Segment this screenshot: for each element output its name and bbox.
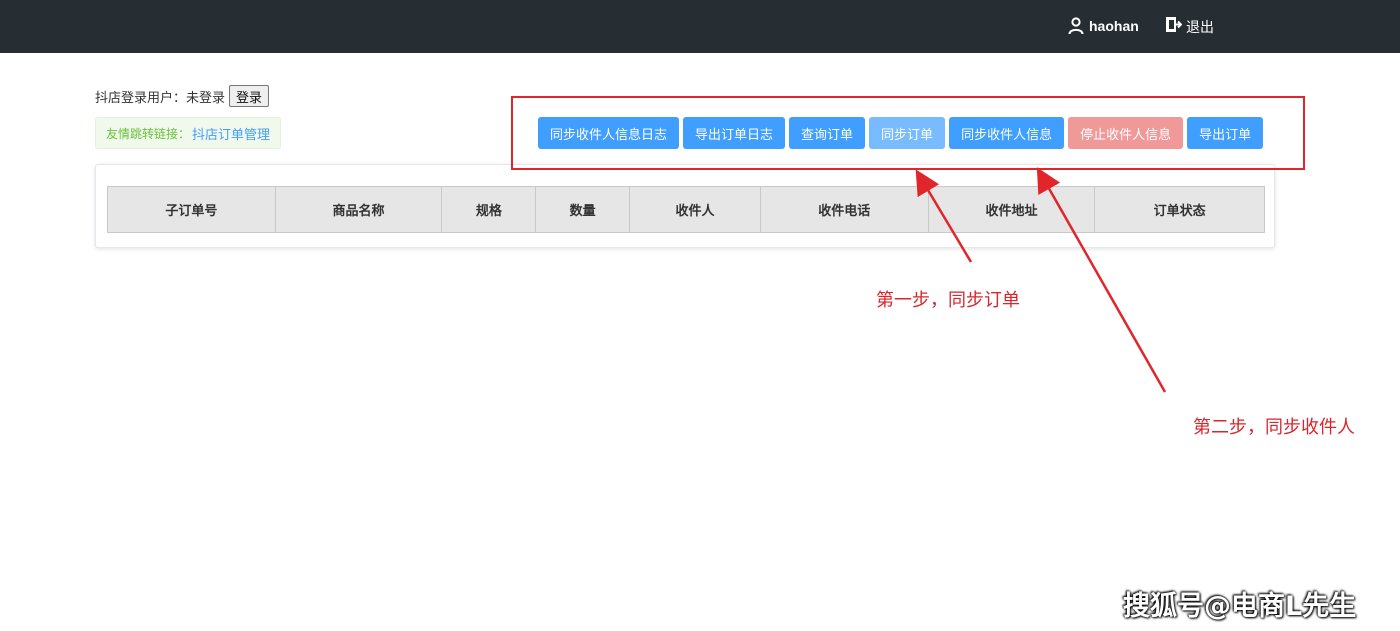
logout-icon [1165, 16, 1183, 37]
logout-button[interactable]: 退出 [1165, 16, 1214, 37]
friend-link-alert: 友情跳转链接： 抖店订单管理 [95, 117, 282, 149]
login-prefix: 抖店登录用户： [95, 90, 187, 106]
order-table-header: 子订单号 商品名称 规格 数量 收件人 收件电话 收件地址 订单状态 [107, 186, 1265, 233]
top-navbar: haohan 退出 [0, 0, 1400, 53]
column-header[interactable]: 收件地址 [929, 187, 1096, 232]
column-header[interactable]: 商品名称 [276, 187, 443, 232]
username: haohan [1089, 18, 1139, 34]
column-header[interactable]: 数量 [536, 187, 631, 232]
login-button[interactable]: 登录 [229, 85, 270, 107]
step2-annotation: 第二步，同步收件人 [1193, 417, 1355, 438]
friend-link-label: 友情跳转链接： [106, 126, 191, 141]
login-status-text: 未登录 [186, 90, 226, 106]
column-header[interactable]: 规格 [442, 187, 537, 232]
annotation-highlight-box [511, 96, 1305, 170]
logout-label: 退出 [1186, 19, 1214, 36]
step1-annotation: 第一步，同步订单 [876, 290, 1020, 311]
user-menu[interactable]: haohan [1067, 16, 1139, 36]
order-table-card: 子订单号 商品名称 规格 数量 收件人 收件电话 收件地址 订单状态 [95, 164, 1275, 248]
column-header[interactable]: 收件人 [630, 187, 761, 232]
column-header[interactable]: 收件电话 [761, 187, 929, 232]
column-header[interactable]: 子订单号 [108, 187, 276, 232]
watermark: 搜狐号@电商L先生 [1123, 591, 1357, 622]
column-header[interactable]: 订单状态 [1095, 187, 1264, 232]
user-icon [1067, 16, 1085, 36]
login-status: 抖店登录用户： 未登录 登录 [95, 85, 270, 107]
doudian-order-link[interactable]: 抖店订单管理 [192, 124, 270, 143]
